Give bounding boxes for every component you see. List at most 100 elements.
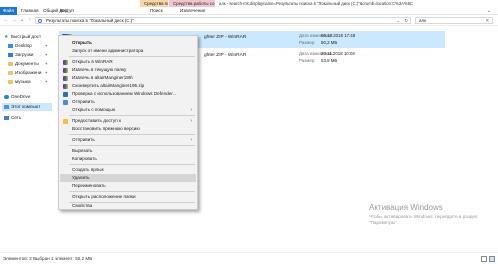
up-arrow-icon[interactable]: ↑	[27, 17, 33, 24]
nav-item-network[interactable]: Сеть	[2, 114, 52, 122]
share-icon	[63, 99, 68, 105]
nav-item-desktop[interactable]: Desktop ✦	[6, 42, 52, 50]
refresh-icon[interactable]: ↻	[404, 18, 408, 23]
menu-item-label: Копировать	[72, 156, 97, 161]
forward-arrow-icon[interactable]: →	[11, 17, 17, 24]
recent-locations-icon[interactable]: ⌄	[19, 17, 25, 24]
pin-icon: ✦	[44, 79, 48, 84]
window-title: алк - search-ms:displayname=Результаты п…	[219, 1, 414, 6]
menu-item-open-in-winrar[interactable]: Открыть в WinRAR	[60, 58, 196, 66]
pin-icon: ✦	[44, 61, 48, 66]
chevron-down-icon[interactable]: ⌄	[397, 18, 400, 23]
size-label: Размер:	[299, 40, 316, 45]
context-menu: Открыть Запуск от имени администратора О…	[58, 35, 198, 210]
menu-item-delete[interactable]: Удалить	[60, 174, 196, 182]
nav-item-label: Desktop	[15, 43, 32, 48]
nav-item-quick-access[interactable]: ★ Быстрый дост	[2, 33, 52, 41]
star-icon: ★	[4, 34, 9, 40]
network-icon	[4, 116, 9, 120]
menu-item-open-with[interactable]: Открыть с помощью ›	[60, 106, 196, 114]
menu-item-send-share[interactable]: Отправить	[60, 98, 196, 106]
tiles-view-icon[interactable]	[489, 256, 495, 262]
winrar-icon	[63, 83, 68, 89]
menu-item-label: Запуск от имени администратора	[72, 48, 144, 53]
tab-extract[interactable]: Извлечение	[180, 7, 205, 15]
menu-divider	[69, 191, 195, 192]
nav-item-documents[interactable]: Документы ✦	[6, 60, 52, 68]
defender-icon	[63, 91, 68, 97]
nav-item-pictures[interactable]: Изображени ✦	[6, 69, 52, 77]
nav-item-label: Сеть	[11, 115, 22, 120]
nav-item-music[interactable]: музыка ✦	[6, 78, 52, 86]
shield-icon	[63, 118, 68, 124]
date-value: 06.12.2018 17:48	[321, 33, 356, 38]
nav-item-label: музыка	[15, 79, 31, 84]
menu-divider	[69, 134, 195, 135]
status-text: Элементов: 2 Выбран 1 элемент: 50,2 МБ	[3, 256, 93, 261]
menu-item-label: Отправить	[72, 99, 95, 104]
nav-item-downloads[interactable]: Загрузки ✦	[6, 51, 52, 59]
menu-item-extract-to-folder[interactable]: Извлечь в altairManginer195\	[60, 74, 196, 82]
size-value: 53,8 МБ	[321, 58, 338, 63]
menu-item-open[interactable]: Открыть	[60, 39, 196, 47]
menu-item-label: Сконвертить altairManginer195.zip	[72, 83, 145, 88]
search-value: алк	[419, 18, 426, 23]
tab-view[interactable]: Вид	[60, 7, 68, 15]
expand-ribbon-icon[interactable]: ⌄	[486, 8, 492, 14]
folder-icon	[8, 80, 13, 84]
menu-item-label: Свойства	[72, 203, 93, 208]
back-arrow-icon[interactable]: ←	[3, 17, 9, 24]
menu-item-open-location[interactable]: Открыть расположение папки	[60, 193, 196, 201]
maximize-button[interactable]	[471, 0, 484, 7]
address-field[interactable]: Результаты поиска в "Локальный диск (C:)…	[35, 17, 411, 24]
menu-item-label: Удалить	[72, 175, 90, 180]
size-label: Размер:	[299, 58, 316, 63]
close-button[interactable]	[484, 0, 497, 7]
menu-item-label: Вырезать	[72, 148, 93, 153]
ribbon-tabs: Файл Главная Общий доступ Вид Поиск Извл…	[0, 7, 498, 15]
menu-item-scan-defender[interactable]: Проверка с использованием Windows Defend…	[60, 90, 196, 98]
menu-item-label: Открыть с помощью	[72, 107, 116, 112]
pictures-icon	[8, 71, 13, 75]
winrar-icon	[63, 67, 68, 73]
menu-item-extract-here[interactable]: Извлечь в текущую папку	[60, 66, 196, 74]
address-path: Результаты поиска в "Локальный диск (C:)…	[46, 18, 134, 23]
menu-item-send-to[interactable]: Отправить ›	[60, 136, 196, 144]
contextual-tab-search-tools[interactable]: Средства поиска	[140, 0, 168, 7]
search-results-icon	[38, 19, 42, 23]
clear-search-icon[interactable]: ✕	[485, 18, 489, 23]
menu-item-properties[interactable]: Свойства	[60, 202, 196, 210]
onedrive-icon	[4, 95, 9, 99]
menu-divider	[69, 56, 195, 57]
size-value: 50,2 МБ	[321, 40, 338, 45]
downloads-icon	[8, 53, 13, 57]
menu-item-cut[interactable]: Вырезать	[60, 147, 196, 155]
menu-divider	[69, 145, 195, 146]
file-type: ghter ZIP - WinRAR	[204, 53, 247, 58]
menu-item-copy[interactable]: Копировать	[60, 155, 196, 163]
menu-item-run-as-admin[interactable]: Запуск от имени администратора	[60, 47, 196, 55]
details-view-icon[interactable]	[481, 256, 487, 262]
menu-item-label: Открыть	[72, 40, 92, 45]
nav-item-this-pc[interactable]: Этот компьют	[2, 103, 52, 111]
minimize-button[interactable]	[458, 0, 471, 7]
pin-icon: ✦	[44, 52, 48, 57]
tab-file[interactable]: Файл	[0, 7, 17, 15]
nav-item-onedrive[interactable]: OneDrive	[2, 93, 52, 101]
contextual-tab-zip-tools[interactable]: Средства работы со сжатыми папками	[169, 0, 215, 7]
tab-home[interactable]: Главная	[21, 7, 38, 15]
menu-item-create-shortcut[interactable]: Создать ярлык	[60, 166, 196, 174]
tab-share[interactable]: Общий доступ	[43, 7, 74, 15]
nav-item-label: Быстрый дост	[11, 34, 42, 39]
pin-icon: ✦	[44, 70, 48, 75]
search-input[interactable]: алк ✕	[415, 17, 493, 24]
navigation-pane: ★ Быстрый дост Desktop ✦ Загрузки ✦ Доку…	[0, 27, 52, 252]
menu-item-convert[interactable]: Сконвертить altairManginer195.zip	[60, 82, 196, 90]
menu-item-label: Восстановить прежнюю версию	[72, 126, 140, 131]
menu-item-rename[interactable]: Переименовать	[60, 182, 196, 190]
date-value: 20.11.2018 10:04	[321, 51, 355, 56]
tab-search[interactable]: Поиск	[150, 7, 163, 15]
menu-divider	[69, 164, 195, 165]
menu-item-restore-version[interactable]: Восстановить прежнюю версию	[60, 125, 196, 133]
menu-item-give-access[interactable]: Предоставить доступ к ›	[60, 117, 196, 125]
